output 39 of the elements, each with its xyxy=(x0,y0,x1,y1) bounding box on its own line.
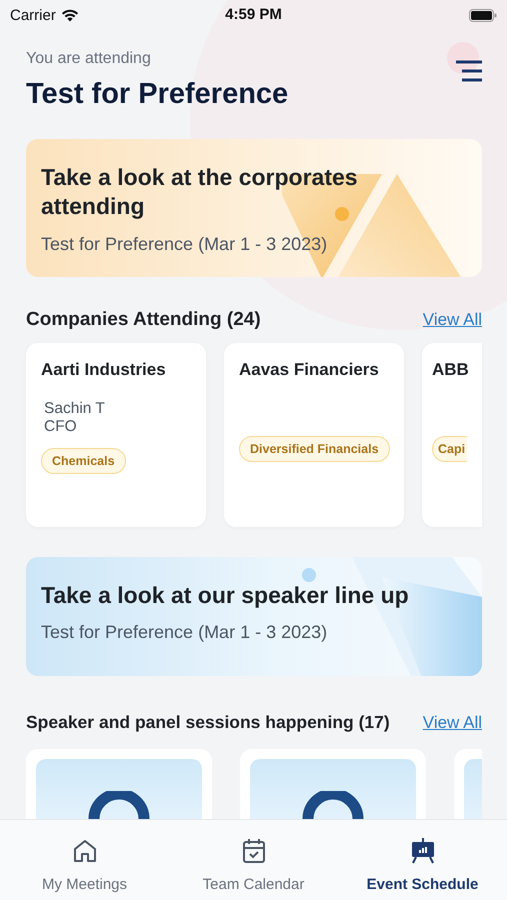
calendar-icon xyxy=(242,838,266,864)
tab-button[interactable]: Event Schedule xyxy=(338,820,507,900)
wifi-icon xyxy=(60,8,79,22)
event-subtitle: You are attending xyxy=(26,50,151,68)
banner-title: Take a look at our speaker line up xyxy=(41,580,409,610)
speaker-placeholder-icon xyxy=(88,791,150,819)
view-all-link[interactable]: View All xyxy=(422,310,482,330)
banner-title: Take a look at the corporates attending xyxy=(41,163,359,222)
menu-button[interactable] xyxy=(456,60,482,82)
carrier-name: Carrier xyxy=(10,6,56,24)
contact-name: Sachin T xyxy=(44,400,105,418)
company-name: Aarti Industries xyxy=(41,360,166,380)
session-card[interactable] xyxy=(26,749,212,819)
section-heading: Speaker and panel sessions happening (17) xyxy=(26,712,390,733)
section-heading: Companies Attending (24) xyxy=(26,308,261,331)
corporates-banner[interactable]: Take a look at the corporates attending Test for Preference (Mar 1 - 3 2023) xyxy=(26,139,482,277)
view-all-link[interactable]: View All xyxy=(422,712,482,732)
sector-tag: Diversified Financials xyxy=(239,436,390,462)
event-title: Test for Preference xyxy=(26,78,288,111)
company-card[interactable]: Aarti Industries Sachin T CFO Chemicals xyxy=(26,342,206,527)
company-card[interactable]: Aavas Financiers Diversified Financials xyxy=(224,342,404,527)
sector-tag: Chemicals xyxy=(41,448,126,474)
contact-role: CFO xyxy=(44,418,78,436)
session-card[interactable] xyxy=(240,749,426,819)
presentation-board-icon xyxy=(410,838,436,864)
sector-tag: Capi xyxy=(432,436,468,462)
tab-button[interactable]: Team Calendar xyxy=(169,820,338,900)
company-name: ABB xyxy=(432,360,469,380)
clock-time: 4:59 PM xyxy=(225,6,282,23)
company-name: Aavas Financiers xyxy=(239,360,379,380)
battery-icon xyxy=(469,8,497,22)
banner-subtitle: Test for Preference (Mar 1 - 3 2023) xyxy=(41,234,328,255)
speakers-banner[interactable]: Take a look at our speaker line up Test for Preference (Mar 1 - 3 2023) xyxy=(26,556,482,676)
home-icon xyxy=(72,838,98,864)
company-card[interactable]: ABB Capi xyxy=(422,342,482,527)
menu-icon xyxy=(456,60,482,82)
tab-button[interactable]: My Meetings xyxy=(0,820,169,900)
banner-subtitle: Test for Preference (Mar 1 - 3 2023) xyxy=(41,622,328,644)
speaker-placeholder-icon xyxy=(302,791,364,819)
